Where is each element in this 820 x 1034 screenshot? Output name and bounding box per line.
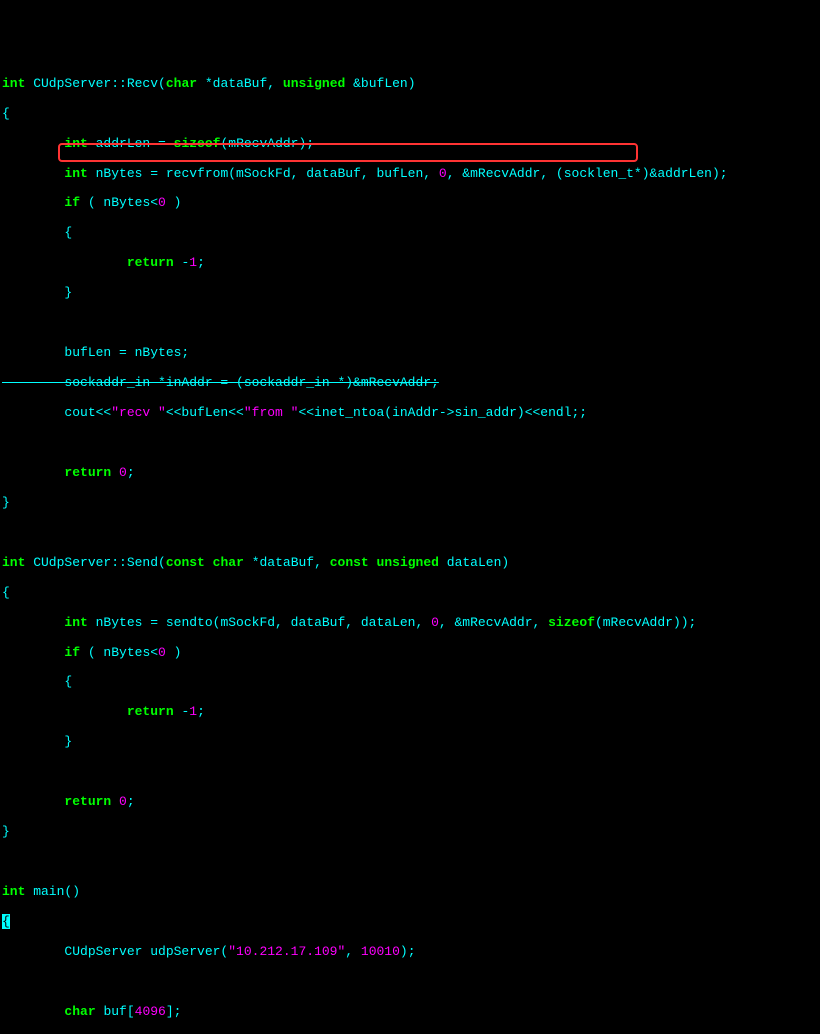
code-line: { [2, 586, 818, 601]
code-line: sockaddr_in *inAddr = (sockaddr_in *)&mR… [2, 376, 818, 391]
code-line: int main() [2, 885, 818, 900]
code-line [2, 765, 818, 780]
code-line: bufLen = nBytes; [2, 346, 818, 361]
code-line [2, 436, 818, 451]
code-line: return 0; [2, 466, 818, 481]
code-line: int addrLen = sizeof(mRecvAddr); [2, 137, 818, 152]
cursor-icon: { [2, 914, 10, 929]
code-line: { [2, 675, 818, 690]
code-line-highlighted: cout<<"recv "<<bufLen<<"from "<<inet_nto… [2, 406, 818, 421]
code-line: int nBytes = sendto(mSockFd, dataBuf, da… [2, 616, 818, 631]
code-line: return -1; [2, 705, 818, 720]
code-line: } [2, 735, 818, 750]
code-line: } [2, 825, 818, 840]
code-line [2, 975, 818, 990]
code-line: int CUdpServer::Recv(char *dataBuf, unsi… [2, 77, 818, 92]
code-line: if ( nBytes<0 ) [2, 196, 818, 211]
code-line: { [2, 915, 818, 930]
code-line: } [2, 496, 818, 511]
code-line: { [2, 107, 818, 122]
code-line [2, 855, 818, 870]
code-editor[interactable]: int CUdpServer::Recv(char *dataBuf, unsi… [2, 62, 818, 1034]
code-line: int CUdpServer::Send(const char *dataBuf… [2, 556, 818, 571]
code-line: char buf[4096]; [2, 1005, 818, 1020]
code-line: int nBytes = recvfrom(mSockFd, dataBuf, … [2, 167, 818, 182]
code-line: } [2, 286, 818, 301]
code-line: CUdpServer udpServer("10.212.17.109", 10… [2, 945, 818, 960]
code-line: { [2, 226, 818, 241]
code-line: return -1; [2, 256, 818, 271]
code-line: return 0; [2, 795, 818, 810]
code-line: if ( nBytes<0 ) [2, 646, 818, 661]
code-line [2, 526, 818, 541]
code-line [2, 316, 818, 331]
